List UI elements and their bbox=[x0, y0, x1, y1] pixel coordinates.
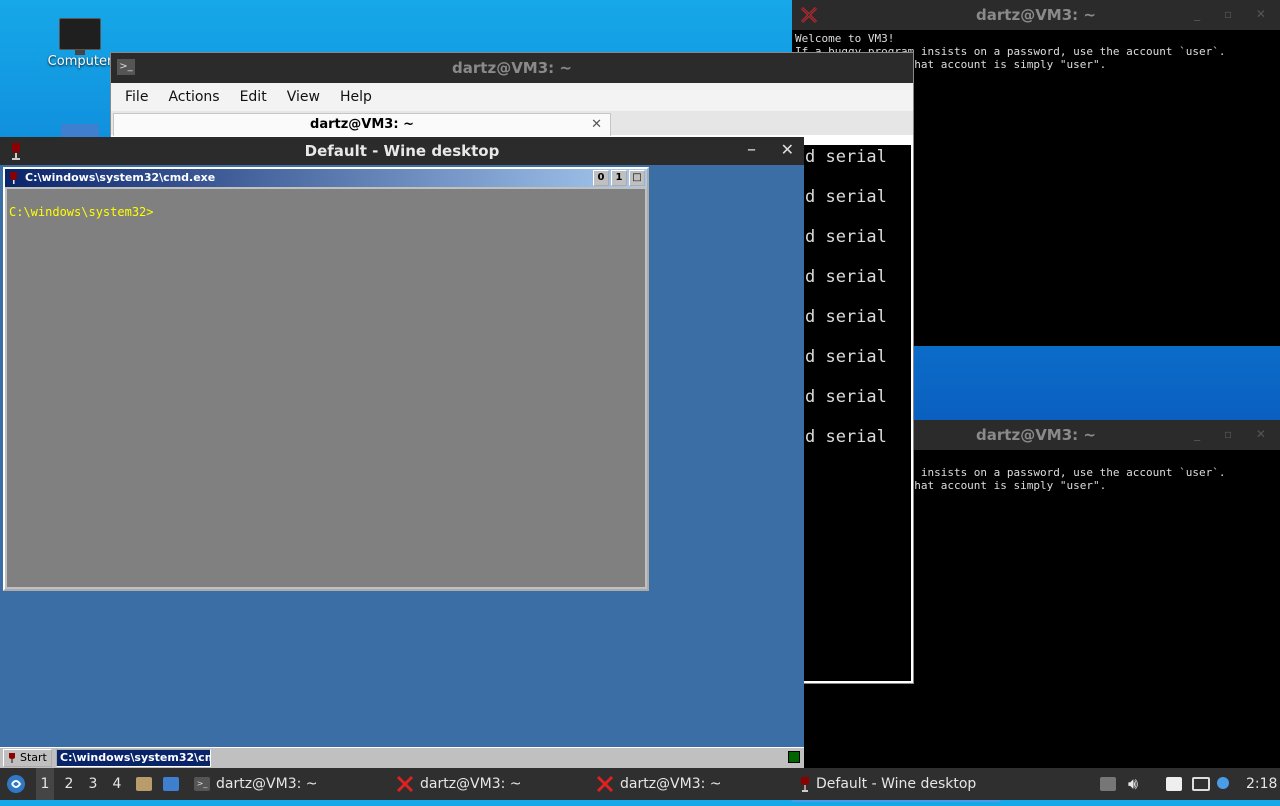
menu-edit[interactable]: Edit bbox=[230, 89, 277, 105]
desktop-icon bbox=[163, 777, 179, 791]
close-tab-icon[interactable]: ✕ bbox=[591, 114, 602, 136]
tray-eject-icon[interactable] bbox=[1100, 768, 1116, 800]
x-logo-icon bbox=[396, 775, 414, 793]
wine-icon bbox=[9, 753, 15, 763]
start-button[interactable]: Start bbox=[3, 749, 52, 767]
wine-taskbar: Start C:\windows\system32\cmd.exe bbox=[0, 747, 804, 768]
cmd-titlebar[interactable]: C:\windows\system32\cmd.exe 0 1 □ bbox=[5, 169, 647, 187]
tab-bar: dartz@VM3: ~ ✕ bbox=[111, 111, 913, 136]
start-label: Start bbox=[20, 751, 47, 764]
workspace-4[interactable]: 4 bbox=[108, 768, 126, 800]
workspace-1[interactable]: 1 bbox=[36, 768, 54, 800]
clock[interactable]: 2:18 bbox=[1246, 768, 1277, 800]
window-controls[interactable]: _ ▫ ✕ bbox=[1194, 427, 1276, 441]
cmd-prompt: C:\windows\system32> bbox=[9, 205, 154, 219]
workspace-2[interactable]: 2 bbox=[60, 768, 78, 800]
cmd-title: C:\windows\system32\cmd.exe bbox=[25, 171, 216, 184]
wine-desktop-window[interactable]: Default - Wine desktop – ✕ C:\windows\sy… bbox=[0, 137, 804, 768]
window-titlebar[interactable]: >_ dartz@VM3: ~ bbox=[111, 53, 913, 83]
terminal-line: d serial bbox=[805, 147, 887, 167]
notification-icon[interactable] bbox=[1217, 768, 1229, 800]
terminal-line: d serial bbox=[805, 227, 887, 247]
volume-icon[interactable]: 🔊︎ bbox=[1128, 768, 1138, 800]
cmd-window[interactable]: C:\windows\system32\cmd.exe 0 1 □ C:\win… bbox=[3, 167, 649, 591]
cmd-console[interactable]: C:\windows\system32> bbox=[7, 189, 645, 587]
wine-icon bbox=[10, 172, 17, 184]
task-button-terminal[interactable]: >_ dartz@VM3: ~ bbox=[194, 768, 384, 800]
window-title: Default - Wine desktop bbox=[304, 142, 500, 160]
task-label: Default - Wine desktop bbox=[816, 776, 977, 792]
restore-button[interactable]: □ bbox=[629, 170, 645, 186]
workspace-3[interactable]: 3 bbox=[84, 768, 102, 800]
folder-icon bbox=[61, 124, 99, 138]
minimize-button[interactable]: 0 bbox=[593, 170, 609, 186]
terminal-line: d serial bbox=[805, 267, 887, 287]
menu-help[interactable]: Help bbox=[330, 89, 382, 105]
file-manager-icon bbox=[136, 777, 152, 791]
terminal-icon: >_ bbox=[194, 777, 210, 791]
taskbar-item-cmd[interactable]: C:\windows\system32\cmd.exe bbox=[56, 749, 211, 767]
window-titlebar[interactable]: dartz@VM3: ~ _ ▫ ✕ bbox=[792, 0, 1280, 30]
terminal-line: d serial bbox=[805, 427, 887, 447]
menu-view[interactable]: View bbox=[277, 89, 330, 105]
terminal-line: d serial bbox=[805, 347, 887, 367]
systray-indicator bbox=[788, 751, 800, 763]
network-icon[interactable] bbox=[1192, 768, 1210, 800]
task-button-wine[interactable]: Default - Wine desktop bbox=[792, 768, 1000, 802]
x-logo-icon bbox=[596, 775, 614, 793]
maximize-button[interactable]: 1 bbox=[611, 170, 627, 186]
menubar: File Actions Edit View Help bbox=[111, 83, 913, 111]
window-title: dartz@VM3: ~ bbox=[452, 59, 572, 77]
task-label: dartz@VM3: ~ bbox=[216, 776, 318, 792]
close-icon[interactable]: ✕ bbox=[781, 140, 794, 159]
terminal-line: Welcome to VM3! bbox=[795, 32, 895, 45]
wine-icon bbox=[801, 777, 809, 792]
taskbar-panel: 1 2 3 4 >_ dartz@VM3: ~ dartz@VM3: ~ dar… bbox=[0, 768, 1280, 802]
terminal-line: d serial bbox=[805, 187, 887, 207]
menu-file[interactable]: File bbox=[115, 89, 158, 105]
task-button-xterm-1[interactable]: dartz@VM3: ~ bbox=[396, 768, 586, 800]
menu-launcher-icon[interactable] bbox=[6, 768, 26, 800]
tab-terminal[interactable]: dartz@VM3: ~ ✕ bbox=[113, 113, 611, 136]
tab-label: dartz@VM3: ~ bbox=[310, 117, 414, 132]
terminal-output: d serial d serial d serial d serial d se… bbox=[805, 145, 887, 465]
terminal-line: d serial bbox=[805, 387, 887, 407]
window-controls[interactable]: _ ▫ ✕ bbox=[1194, 7, 1276, 21]
terminal-line: d serial bbox=[805, 307, 887, 327]
task-button-xterm-2[interactable]: dartz@VM3: ~ bbox=[596, 768, 786, 800]
computer-icon bbox=[59, 18, 101, 55]
menu-actions[interactable]: Actions bbox=[158, 89, 229, 105]
clipboard-icon[interactable] bbox=[1166, 768, 1182, 800]
minimize-icon[interactable]: – bbox=[747, 139, 756, 160]
task-label: dartz@VM3: ~ bbox=[620, 776, 722, 792]
window-titlebar[interactable]: Default - Wine desktop – ✕ bbox=[0, 137, 804, 165]
file-manager-launcher[interactable] bbox=[136, 768, 152, 800]
desktop-launcher[interactable] bbox=[163, 768, 179, 800]
task-label: dartz@VM3: ~ bbox=[420, 776, 522, 792]
